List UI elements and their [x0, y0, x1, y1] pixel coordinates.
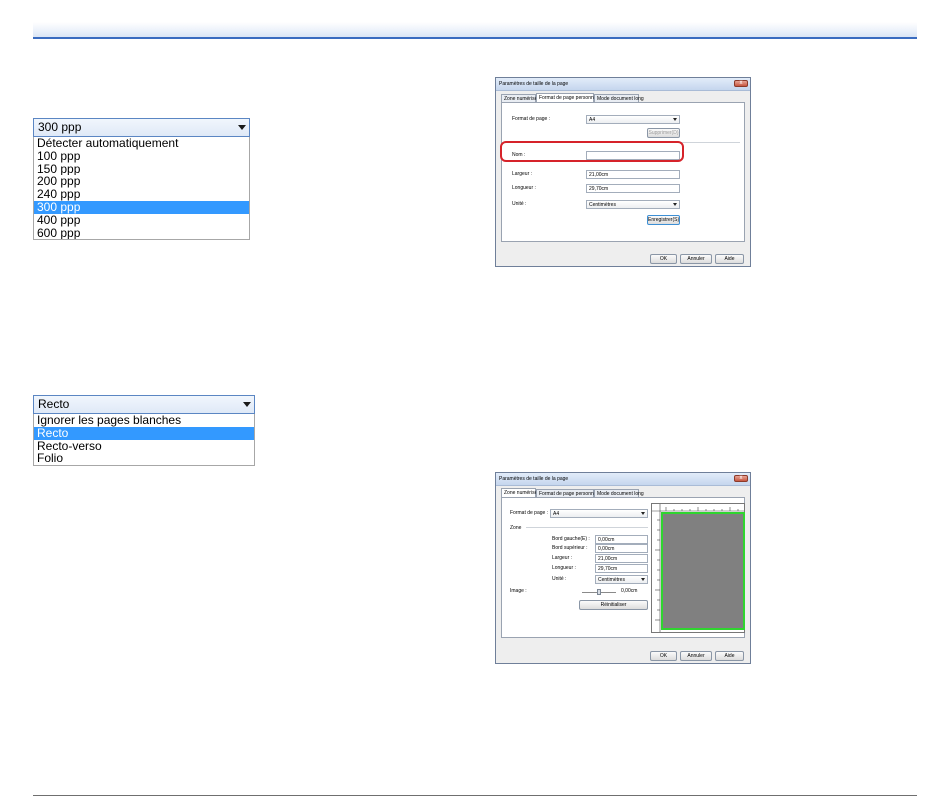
cancel-button[interactable]: Annuler: [680, 254, 712, 264]
unit-label: Unité :: [552, 576, 567, 582]
tab-panel: Format de page : A4 Zone Bord gauche(E) …: [501, 497, 745, 638]
ok-button[interactable]: OK: [650, 254, 677, 264]
page-preview[interactable]: [651, 503, 745, 633]
resolution-options-list: Détecter automatiquement 100 ppp 150 ppp 20…: [33, 137, 250, 241]
close-button[interactable]: x: [734, 80, 748, 87]
format-value: A4: [553, 511, 560, 517]
resolution-dropdown[interactable]: 300 ppp Détecter automatiquement 100 ppp 1…: [33, 118, 250, 241]
scan-area-rectangle[interactable]: [661, 512, 745, 630]
resolution-option[interactable]: Détecter automatiquement: [34, 137, 249, 150]
ok-button[interactable]: OK: [650, 651, 677, 661]
resolution-option[interactable]: 200 ppp: [34, 175, 249, 188]
unit-label: Unité :: [512, 201, 527, 207]
left-edge-label: Bord gauche(E) :: [552, 536, 590, 542]
chevron-down-icon[interactable]: [238, 125, 246, 130]
side-dropdown[interactable]: Recto Ignorer les pages blanches Recto Rec…: [33, 395, 255, 467]
close-button[interactable]: x: [734, 475, 748, 482]
header-rule: [33, 22, 917, 39]
length-label: Longueur :: [512, 185, 536, 191]
side-option[interactable]: Recto: [34, 426, 254, 440]
chevron-down-icon: [673, 118, 677, 121]
resolution-selected-value: 300 ppp: [38, 120, 82, 134]
format-select[interactable]: A4: [550, 509, 648, 518]
tab-long-document[interactable]: Mode document long: [594, 489, 644, 497]
chevron-down-icon[interactable]: [243, 402, 251, 407]
tab-scan-area[interactable]: Zone numérisée: [501, 488, 540, 497]
unit-value: Centimètres: [598, 577, 625, 583]
side-option[interactable]: Folio: [34, 452, 254, 465]
dialog-title: Paramètres de taille de la page: [499, 81, 569, 87]
help-button[interactable]: Aide: [715, 254, 744, 264]
resolution-option[interactable]: 150 ppp: [34, 163, 249, 176]
dialog-titlebar: Paramètres de taille de la page x: [496, 78, 750, 91]
side-options-list: Ignorer les pages blanches Recto Recto-ver…: [33, 414, 255, 467]
width-input[interactable]: 21,00cm: [586, 170, 680, 179]
side-select[interactable]: Recto: [33, 395, 255, 414]
tab-scan-area[interactable]: Zone numérisée: [501, 94, 540, 102]
unit-value: Centimètres: [589, 202, 616, 208]
divider: [526, 527, 648, 528]
save-button[interactable]: Enregistrer(S): [647, 215, 680, 225]
tab-custom-format[interactable]: Format de page personnalisé: [536, 93, 604, 102]
dialog-title: Paramètres de taille de la page: [499, 476, 569, 482]
tab-panel: Format de page : A4 Supprimer(D) Nom : L…: [501, 102, 745, 242]
resolution-option[interactable]: 240 ppp: [34, 188, 249, 201]
zone-label: Zone: [510, 525, 522, 531]
side-option[interactable]: Recto-verso: [34, 440, 254, 453]
left-edge-input[interactable]: 0,00cm: [595, 535, 648, 544]
footer-rule: [33, 795, 917, 796]
format-value: A4: [589, 117, 596, 123]
unit-select[interactable]: Centimètres: [586, 200, 680, 209]
image-label: Image :: [510, 588, 527, 594]
image-value: 0,00cm: [621, 588, 638, 594]
dialog-titlebar: Paramètres de taille de la page x: [496, 473, 750, 486]
chevron-down-icon: [641, 578, 645, 581]
width-label: Largeur :: [552, 555, 573, 561]
chevron-down-icon: [673, 203, 677, 206]
format-select[interactable]: A4: [586, 115, 680, 124]
resolution-option[interactable]: 400 ppp: [34, 214, 249, 227]
unit-select[interactable]: Centimètres: [595, 575, 648, 584]
tab-long-document[interactable]: Mode document long: [594, 94, 644, 102]
side-selected-value: Recto: [38, 397, 70, 411]
width-label: Largeur :: [512, 171, 533, 177]
image-slider-thumb[interactable]: [597, 589, 601, 595]
format-label: Format de page :: [512, 116, 551, 122]
page-size-dialog-custom: Paramètres de taille de la page x Zone n…: [495, 77, 751, 267]
delete-button[interactable]: Supprimer(D): [647, 128, 680, 138]
tab-custom-format[interactable]: Format de page personnalisé: [536, 489, 604, 497]
cancel-button[interactable]: Annuler: [680, 651, 712, 661]
resolution-option[interactable]: 600 ppp: [34, 227, 249, 240]
reset-button[interactable]: Réinitialiser: [579, 600, 648, 610]
resolution-select[interactable]: 300 ppp: [33, 118, 250, 137]
help-button[interactable]: Aide: [715, 651, 744, 661]
top-edge-label: Bord supérieur :: [552, 545, 588, 551]
resolution-option[interactable]: 300 ppp: [34, 200, 249, 214]
length-label: Longueur :: [552, 565, 576, 571]
format-label: Format de page :: [510, 510, 549, 516]
length-input[interactable]: 29,70cm: [595, 564, 648, 573]
name-field-highlight: [500, 141, 684, 162]
chevron-down-icon: [641, 512, 645, 515]
length-input[interactable]: 29,70cm: [586, 184, 680, 193]
page-size-dialog-scan-area: Paramètres de taille de la page x Zone n…: [495, 472, 751, 664]
top-edge-input[interactable]: 0,00cm: [595, 544, 648, 553]
width-input[interactable]: 21,00cm: [595, 554, 648, 563]
side-option[interactable]: Ignorer les pages blanches: [34, 414, 254, 427]
resolution-option[interactable]: 100 ppp: [34, 150, 249, 163]
